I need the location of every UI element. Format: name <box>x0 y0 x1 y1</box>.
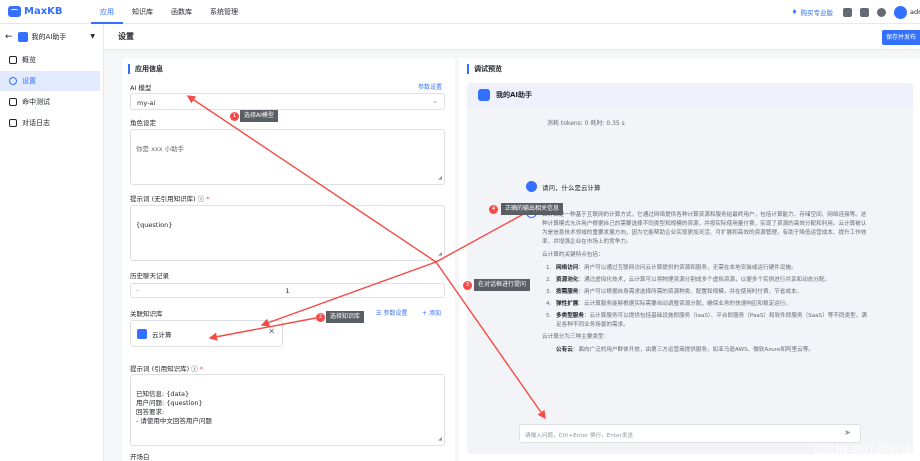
annotation-label: 正确的输出相关信息 <box>501 203 564 215</box>
annotation-marker: 4 <box>489 205 498 214</box>
annotation-marker: 2 <box>316 313 325 322</box>
watermark: CSDN @江湖有缘 <box>813 443 912 457</box>
annotation-marker: 1 <box>230 112 239 121</box>
annotation-marker: 3 <box>463 281 472 290</box>
annotation-label: 在对话框进行提问 <box>474 279 531 291</box>
annotation-label: 选择AI模型 <box>240 110 278 122</box>
annotation-arrows <box>186 95 546 420</box>
annotation-label: 选择知识库 <box>326 311 365 323</box>
arrow-kb-card <box>208 317 317 341</box>
arrow-model <box>186 95 437 263</box>
